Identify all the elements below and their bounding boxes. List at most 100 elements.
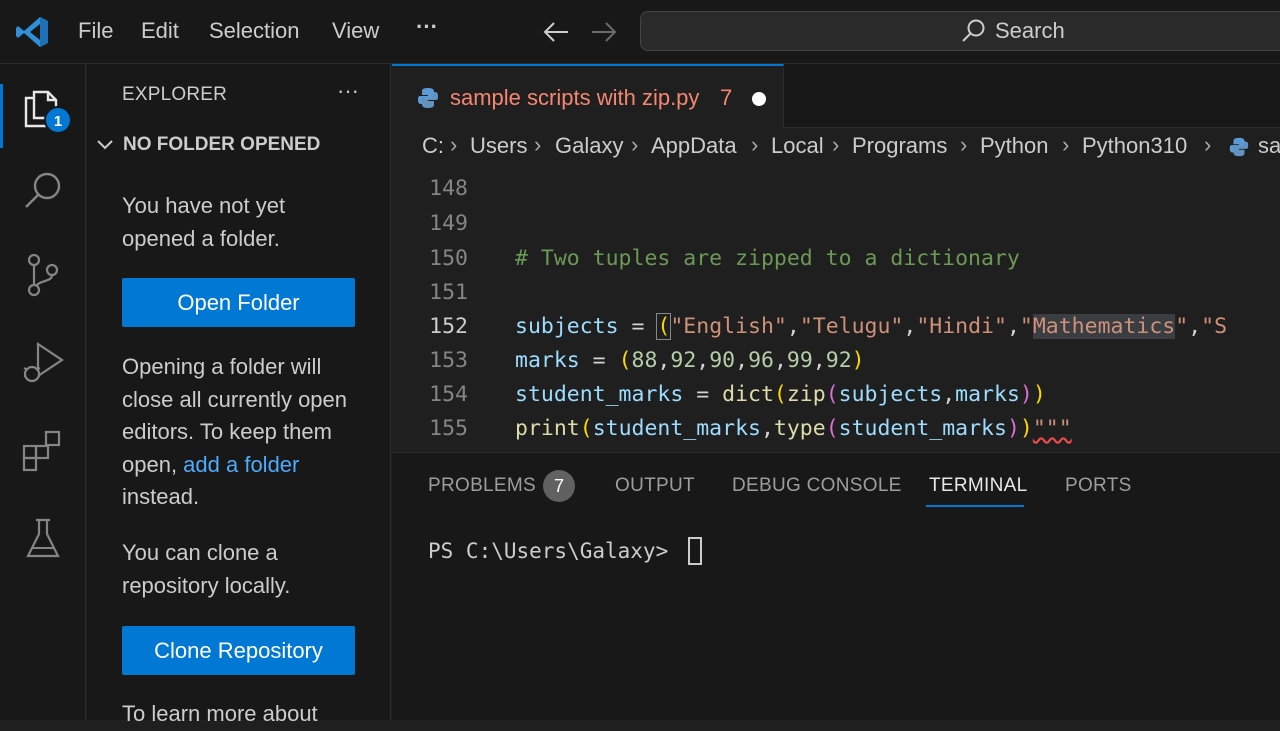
chevron-right-icon: ›	[1062, 132, 1070, 157]
code-token: 92	[670, 348, 697, 373]
code-token: =	[579, 348, 619, 373]
opening-folder-message: Opening a folder will close all currentl…	[122, 351, 362, 514]
breadcrumb-item[interactable]: Python310	[1082, 133, 1187, 159]
menu-selection[interactable]: Selection	[209, 18, 300, 44]
code-token: 88	[631, 348, 658, 373]
terminal-cursor	[688, 537, 702, 565]
code-token: 90	[709, 348, 736, 373]
line-number: 152	[429, 314, 468, 339]
code-token: "Hindi"	[916, 314, 1007, 339]
breadcrumb-item[interactable]: sa	[1258, 133, 1280, 159]
no-folder-message: You have not yet opened a folder.	[122, 193, 286, 251]
code-token: )	[1019, 382, 1033, 407]
explorer-badge: 1	[44, 106, 72, 134]
line-number: 151	[429, 280, 468, 305]
tab-ports[interactable]: PORTS	[1065, 475, 1132, 497]
breadcrumb-item[interactable]: Galaxy	[555, 133, 623, 159]
terminal-prompt[interactable]: PS C:\Users\Galaxy>	[428, 539, 681, 563]
code-token: =	[683, 382, 723, 407]
chevron-right-icon: ›	[751, 132, 759, 157]
code-token: "Telugu"	[799, 314, 904, 339]
code-token: student_marks	[515, 382, 684, 407]
title-bar: File Edit Selection View ··· Search	[0, 0, 1280, 64]
code-token: ,	[942, 382, 956, 407]
back-arrow-icon[interactable]	[542, 20, 570, 44]
tab-terminal[interactable]: TERMINAL	[929, 475, 1027, 497]
editor-tabs: sample scripts with zip.py 7	[392, 64, 1280, 128]
sidebar-title: EXPLORER	[122, 84, 228, 105]
tab-problems[interactable]: PROBLEMS	[428, 475, 536, 497]
tab-filename: sample scripts with zip.py	[450, 85, 700, 110]
code-token: marks	[515, 348, 580, 373]
code-comment: # Two tuples are zipped to a dictionary	[515, 246, 1020, 271]
breadcrumb-item[interactable]: Programs	[852, 133, 947, 159]
menu-view[interactable]: View	[332, 18, 379, 44]
line-number: 154	[429, 382, 468, 407]
bottom-panel: PROBLEMS 7 OUTPUT DEBUG CONSOLE TERMINAL…	[392, 452, 1280, 720]
line-number: 153	[429, 348, 468, 373]
code-token: dict	[722, 382, 774, 407]
menu-file[interactable]: File	[78, 18, 113, 44]
line-number: 149	[429, 211, 468, 236]
code-token: ,	[903, 314, 917, 339]
add-folder-link[interactable]: add a folder	[183, 452, 299, 477]
run-debug-icon[interactable]	[20, 338, 66, 384]
clone-message: You can clone a repository locally.	[122, 540, 291, 598]
search-view-icon[interactable]	[20, 168, 66, 214]
forward-arrow-icon[interactable]	[590, 20, 618, 44]
active-tab-indicator	[926, 505, 1024, 507]
tab-debug-console[interactable]: DEBUG CONSOLE	[732, 475, 902, 497]
menu-edit[interactable]: Edit	[141, 18, 179, 44]
code-token: "English"	[670, 314, 787, 339]
code-editor[interactable]: 148 149 150 151 152 153 154 155 # Two tu…	[392, 166, 1280, 452]
vscode-logo-icon[interactable]	[14, 14, 50, 50]
tab-sample-scripts[interactable]: sample scripts with zip.py 7	[392, 64, 784, 128]
tab-output[interactable]: OUTPUT	[615, 475, 695, 497]
code-token: 92	[825, 348, 852, 373]
clone-repository-button[interactable]: Clone Repository	[122, 626, 355, 675]
open-folder-button[interactable]: Open Folder	[122, 278, 355, 327]
code-token: (	[825, 416, 839, 441]
chevron-down-icon	[97, 140, 113, 150]
command-search[interactable]: Search	[640, 11, 1280, 51]
code-line-marks: marks = (88,92,90,96,99,92)	[515, 348, 865, 373]
breadcrumb-item[interactable]: AppData	[651, 133, 737, 159]
search-icon	[962, 19, 985, 42]
code-token: "	[1175, 314, 1189, 339]
breadcrumb-item[interactable]: C:	[422, 133, 444, 159]
unsaved-dot-icon[interactable]	[752, 92, 766, 106]
code-token: (	[773, 382, 787, 407]
breadcrumb-item[interactable]: Users	[470, 133, 527, 159]
problems-count-badge: 7	[543, 470, 575, 502]
code-token: subjects	[515, 314, 619, 339]
code-token: (	[656, 313, 672, 340]
code-token: )	[1006, 416, 1020, 441]
extensions-icon[interactable]	[20, 428, 66, 474]
chevron-right-icon: ›	[534, 132, 542, 157]
chevron-right-icon: ›	[450, 132, 458, 157]
learn-more-message: To learn more about	[122, 701, 318, 726]
menu-more-icon[interactable]: ···	[416, 14, 438, 40]
code-line-print: print(student_marks,type(student_marks))…	[515, 416, 1072, 441]
breadcrumb: C: › Users › Galaxy › AppData › Local › …	[392, 128, 1280, 166]
activity-bar: 1	[0, 64, 86, 720]
code-line-subjects: subjects = ("English","Telugu","Hindi","…	[515, 313, 1228, 340]
code-token: (	[618, 348, 632, 373]
source-control-icon[interactable]	[20, 252, 66, 298]
code-token: ,	[735, 348, 749, 373]
line-number: 148	[429, 176, 468, 201]
breadcrumb-item[interactable]: Local	[771, 133, 824, 159]
no-folder-section-header[interactable]: NO FOLDER OPENED	[95, 134, 320, 156]
code-token: """	[1032, 416, 1072, 441]
code-token: (	[825, 382, 839, 407]
breadcrumb-item[interactable]: Python	[980, 133, 1049, 159]
code-token: )	[1032, 382, 1046, 407]
sidebar-more-icon[interactable]: ···	[337, 78, 359, 104]
chevron-right-icon: ›	[1204, 132, 1212, 157]
code-token: ,	[696, 348, 710, 373]
code-token: ,	[760, 416, 774, 441]
testing-flask-icon[interactable]	[20, 516, 66, 562]
code-token: "S	[1201, 314, 1228, 339]
explorer-sidebar: EXPLORER ··· NO FOLDER OPENED You have n…	[87, 64, 391, 726]
tab-problem-count: 7	[720, 85, 733, 110]
